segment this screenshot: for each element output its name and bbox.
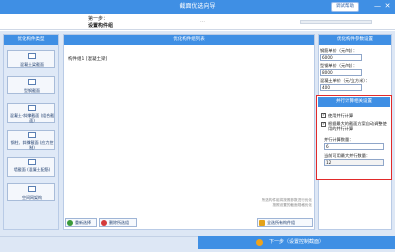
component-item-label: 型钢截面 [24, 88, 40, 93]
folder-icon [259, 220, 265, 226]
component-item-label: 钢柱、斜撑截面 (应力控制) [10, 140, 54, 150]
list-item[interactable]: 构件组1 [混凝土梁] [68, 57, 107, 63]
concrete-price-label: 混凝土单价（元/立方米）： [320, 78, 370, 83]
thread-count-label: 并行计算数量： [324, 137, 354, 142]
parallel-settings-title: 并行计算相关设置 [318, 97, 390, 107]
use-parallel-checkbox[interactable]: ✓ [321, 113, 326, 118]
component-item-steel[interactable]: 型钢截面 [7, 76, 55, 94]
auto-adjust-label: 根据最大的截面方案自动调整使用的并行计算 [328, 121, 387, 131]
reselect-button-label: 重新选择 [75, 220, 91, 225]
wall-section-icon [28, 159, 36, 165]
delete-icon [101, 220, 107, 226]
thread-count-input[interactable]: 6 [324, 143, 384, 150]
step-progress-track [300, 20, 372, 24]
delete-group-button[interactable]: 删除所选组 [99, 218, 137, 227]
next-step-button[interactable]: 下一步（设置控制截面） [198, 236, 395, 249]
reselect-button[interactable]: 重新选择 [65, 218, 97, 227]
steel-price-label: 型钢单价（元/吨）： [320, 63, 358, 68]
rc-beam-section-icon [28, 53, 36, 59]
component-item-label: 混凝土-斜撑截面 (组合截面) [9, 113, 55, 123]
component-item-space-truss[interactable]: 空间网架构 [7, 183, 55, 201]
steel-column-icon [28, 132, 36, 138]
max-parallel-label: 当前可用最大并行数量： [324, 153, 371, 158]
rc-brace-section-icon [28, 105, 36, 111]
group-note-line: 按照设置的截面规格优化 [272, 202, 312, 207]
help-button[interactable]: 调试帮助 [331, 2, 359, 12]
component-item-label: 空间网架构 [22, 195, 42, 200]
component-item-steel-column[interactable]: 钢柱、斜撑截面 (应力控制) [7, 130, 55, 150]
component-item-rc-beam[interactable]: 混凝土梁截面 [7, 50, 55, 68]
component-item-wall[interactable]: 墙截面 (混凝土配筋) [7, 157, 55, 177]
select-all-groups-button[interactable]: 全选所有构件组 [257, 218, 313, 227]
step-name: 设置构件组 [88, 23, 114, 29]
step-label: 第一步： [88, 16, 109, 22]
close-button[interactable]: ✕ [383, 2, 392, 11]
component-item-label: 混凝土梁截面 [20, 62, 44, 67]
step-ellipsis: … [200, 18, 205, 24]
component-group-title: 优化构件组列表 [64, 35, 314, 45]
use-parallel-label: 使用并行计算 [328, 113, 354, 118]
rebar-price-label: 钢筋单价（元/吨）： [320, 48, 358, 53]
parameter-panel-title: 优化构件参数设置 [319, 35, 391, 45]
steel-price-input[interactable]: 8000 [320, 69, 362, 76]
delete-group-button-label: 删除所选组 [109, 220, 129, 225]
component-item-label: 墙截面 (混凝土配筋) [13, 167, 51, 172]
group-note: 所选构件组将按照参数进行优化 按照设置的截面规格优化 [232, 198, 312, 207]
steel-section-icon [28, 79, 36, 85]
concrete-price-input[interactable]: 400 [320, 84, 362, 91]
auto-adjust-checkbox[interactable]: ✓ [321, 122, 326, 127]
arrow-right-icon [256, 239, 263, 246]
select-all-groups-button-label: 全选所有构件组 [267, 220, 295, 225]
check-icon: ✓ [322, 122, 326, 127]
rebar-price-input[interactable]: 6000 [320, 54, 362, 61]
space-truss-icon [28, 186, 36, 192]
component-group-list[interactable] [64, 45, 314, 209]
minimize-button[interactable]: — [373, 2, 382, 11]
max-parallel-value: 12 [324, 159, 384, 166]
check-icon: ✓ [322, 113, 326, 118]
component-type-title: 优化构件类型 [4, 35, 58, 45]
component-item-rc-brace[interactable]: 混凝土-斜撑截面 (组合截面) [7, 103, 55, 123]
add-icon [67, 220, 73, 226]
